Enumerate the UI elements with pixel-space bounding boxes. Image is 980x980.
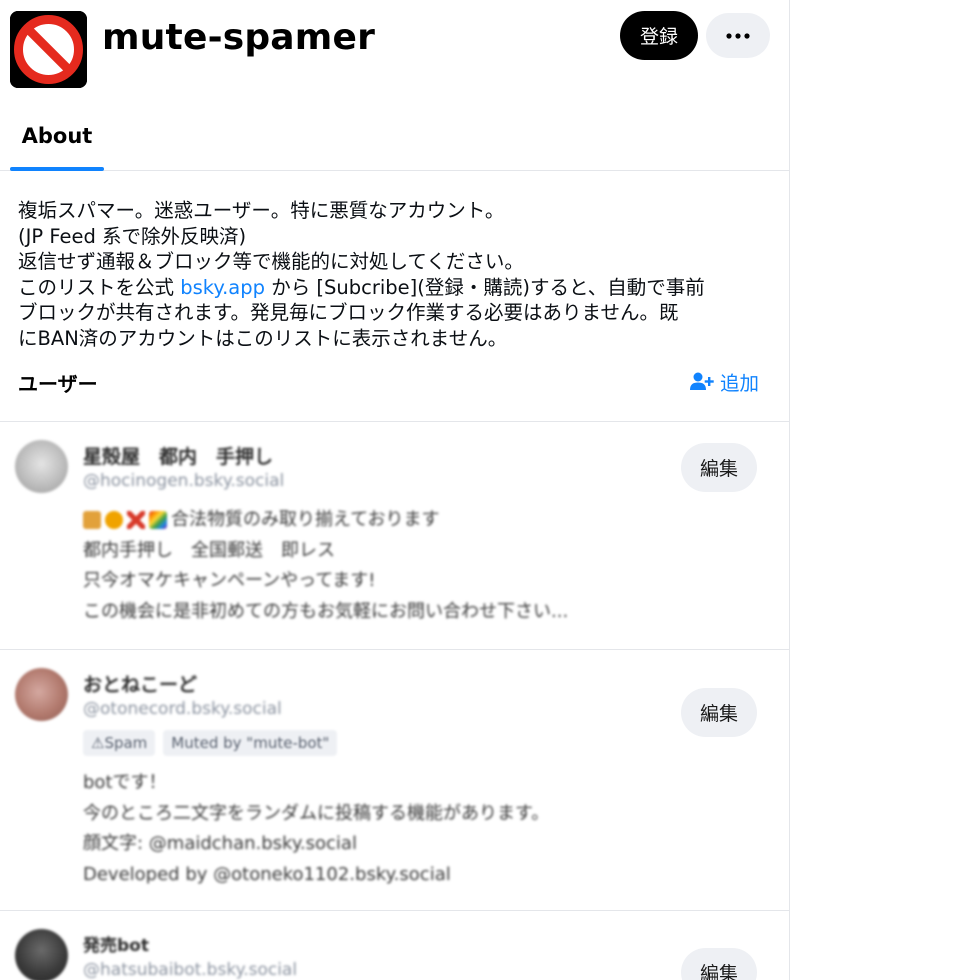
- emoji-icon: [105, 511, 123, 529]
- description-text: このリストを公式: [18, 275, 181, 299]
- member-row[interactable]: おとねこーど @otonecord.bsky.social ⚠Spam Mute…: [0, 650, 790, 911]
- users-heading: ユーザー: [18, 372, 98, 396]
- tab-about[interactable]: About: [10, 100, 104, 171]
- member-handle: @hocinogen.bsky.social: [83, 471, 285, 491]
- avatar[interactable]: [15, 440, 68, 493]
- edit-button[interactable]: 編集: [681, 688, 757, 737]
- bio-line: 都内手押し 全国郵送 即レス: [83, 539, 335, 561]
- add-user-icon: [690, 372, 714, 390]
- description-line: 複垢スパマー。迷惑ユーザー。特に悪質なアカウント。: [18, 199, 505, 222]
- subscribe-button[interactable]: 登録: [620, 11, 698, 60]
- bio-line: 只今オマケキャンペーンやってます!: [83, 570, 376, 591]
- member-bio: botです！ 今のところ二文字をランダムに投稿する機能があります。 顔文字: @…: [83, 768, 683, 890]
- moderation-labels: ⚠Spam Muted by "mute-bot": [83, 730, 338, 756]
- page: mute-spamer 登録 About 複垢スパマー。迷惑ユーザー。特に悪質な…: [0, 0, 980, 980]
- member-name: 星殻屋 都内 手押し: [83, 446, 274, 468]
- ellipsis-icon: [726, 32, 750, 39]
- list-header: mute-spamer 登録: [0, 0, 790, 100]
- description-line: 返信せず通報＆ブロック等で機能的に対処してください。: [18, 250, 524, 273]
- bio-line: Developed by @otoneko1102.bsky.social: [83, 863, 451, 885]
- bio-line: 今のところ二文字をランダムに投稿する機能があります。: [83, 802, 550, 824]
- description-line: ブロックが共有されます。発見毎にブロック作業する必要はありません。既: [18, 301, 679, 324]
- member-name: 発売bot: [83, 936, 149, 956]
- add-user-label: 追加: [720, 371, 760, 395]
- edit-button[interactable]: 編集: [681, 948, 757, 980]
- description-text: から [Subcribe](登録・購読)すると、自動で事前: [265, 275, 705, 299]
- avatar[interactable]: [15, 929, 68, 980]
- member-handle: @hatsubaibot.bsky.social: [83, 960, 298, 980]
- list-description: 複垢スパマー。迷惑ユーザー。特に悪質なアカウント。 (JP Feed 系で除外反…: [18, 198, 778, 351]
- tab-active-indicator: [10, 167, 104, 171]
- bio-line: 合法物質のみ取り揃えております: [83, 505, 683, 536]
- list-avatar: [10, 11, 87, 88]
- main-column: mute-spamer 登録 About 複垢スパマー。迷惑ユーザー。特に悪質な…: [0, 0, 790, 980]
- member-row[interactable]: 発売bot @hatsubaibot.bsky.social 編集: [0, 911, 790, 980]
- list-title: mute-spamer: [102, 17, 376, 58]
- cross-icon: [127, 511, 145, 529]
- member-bio: 合法物質のみ取り揃えております 都内手押し 全国郵送 即レス 只今オマケキャンペ…: [83, 505, 683, 627]
- spam-label[interactable]: ⚠Spam: [83, 730, 156, 756]
- description-line: にBAN済のアカウントはこのリストに表示されません。: [18, 326, 508, 350]
- description-line: このリストを公式 bsky.app から [Subcribe](登録・購読)する…: [18, 275, 778, 301]
- prohibited-icon: [10, 11, 87, 88]
- bsky-app-link[interactable]: bsky.app: [180, 276, 265, 299]
- edit-button[interactable]: 編集: [681, 443, 757, 492]
- emoji-group: [83, 511, 167, 529]
- emoji-icon: [83, 511, 101, 529]
- member-name: おとねこーど: [83, 674, 198, 696]
- add-user-button[interactable]: 追加: [690, 368, 760, 395]
- muted-label[interactable]: Muted by "mute-bot": [163, 730, 338, 756]
- bio-line: この機会に是非初めての方もお気軽にお問い合わせ下さい...: [83, 600, 569, 622]
- description-line: (JP Feed 系で除外反映済): [18, 224, 247, 248]
- member-row[interactable]: 星殻屋 都内 手押し @hocinogen.bsky.social 合法物質のみ…: [0, 422, 790, 650]
- avatar[interactable]: [15, 668, 68, 721]
- member-handle: @otonecord.bsky.social: [83, 699, 282, 719]
- bio-line: botです！: [83, 772, 167, 793]
- bio-text: 合法物質のみ取り揃えております: [171, 509, 440, 530]
- tab-bar: About: [0, 100, 790, 171]
- more-options-button[interactable]: [706, 13, 770, 58]
- rainbow-flag-icon: [149, 511, 167, 529]
- bio-line: 顔文字: @maidchan.bsky.social: [83, 833, 357, 854]
